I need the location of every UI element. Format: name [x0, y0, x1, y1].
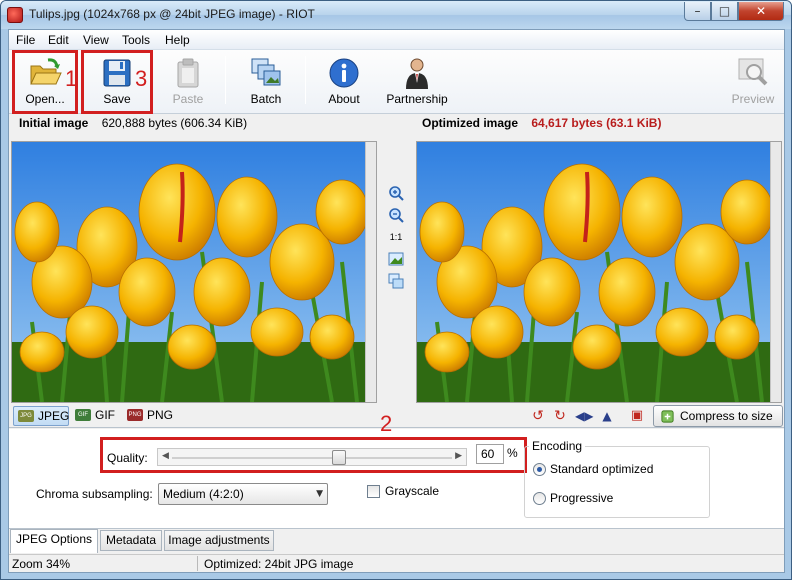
menu-edit[interactable]: Edit — [48, 33, 69, 47]
maximize-button[interactable]: □ — [711, 2, 738, 21]
format-gif-label: GIF — [95, 408, 115, 422]
about-button[interactable]: About — [317, 52, 371, 110]
initial-image-bytes: 620,888 bytes (606.34 KiB) — [101, 116, 248, 130]
menu-file[interactable]: File — [16, 33, 35, 47]
minimize-button[interactable]: – — [684, 2, 711, 21]
preview-label: Preview — [731, 92, 775, 106]
preview-button[interactable]: Preview — [725, 52, 781, 110]
format-tab-jpeg[interactable]: JPG JPEG — [13, 406, 69, 426]
toolbar-separator — [225, 56, 226, 104]
annotation-number-save: 3 — [135, 66, 148, 91]
app-icon — [7, 7, 23, 23]
batch-label: Batch — [250, 92, 282, 106]
clipboard-icon — [177, 58, 199, 88]
tab-image-adjustments[interactable]: Image adjustments — [164, 530, 274, 551]
window-title: Tulips.jpg (1024x768 px @ 24bit JPEG ima… — [29, 7, 315, 21]
person-icon — [406, 58, 428, 89]
encoding-group — [524, 446, 710, 518]
toolbar-separator — [305, 56, 306, 104]
chroma-select[interactable]: Medium (4:2:0) ▼ — [158, 483, 328, 505]
status-zoom: Zoom 34% — [12, 557, 71, 571]
flip-vertical-icon[interactable]: ▲ — [599, 408, 615, 424]
riot-window: Tulips.jpg (1024x768 px @ 24bit JPEG ima… — [0, 0, 792, 580]
zoom-in-icon[interactable] — [388, 185, 404, 201]
optimized-pane-scrollbar[interactable] — [770, 142, 781, 402]
optimized-image — [417, 142, 771, 402]
grayscale-checkbox[interactable] — [367, 485, 380, 498]
menu-bar: File Edit View Tools Help — [9, 30, 784, 50]
batch-images-icon — [251, 58, 281, 86]
optimized-image-label: Optimized image — [422, 116, 519, 130]
about-label: About — [328, 92, 360, 106]
optimized-image-info: Optimized image 64,617 bytes (63.1 KiB) — [422, 116, 661, 140]
menu-view[interactable]: View — [83, 33, 109, 47]
initial-image-pane[interactable] — [11, 141, 377, 403]
jpeg-options-panel: Quality: ◀ ▶ 60 % 2 Chroma subsampling: … — [9, 411, 784, 529]
optimized-image-pane[interactable] — [416, 141, 782, 403]
encoding-standard-label: Standard optimized — [550, 462, 654, 476]
crop-icon[interactable]: ▣ — [629, 408, 645, 424]
format-bar: JPG JPEG GIF GIF PNG PNG ↺ ↻ ◀▶ ▲ ▣ Comp… — [9, 404, 784, 428]
compress-to-size-button[interactable]: Compress to size — [653, 405, 783, 427]
status-divider — [197, 556, 198, 571]
jpeg-format-icon: JPG — [18, 410, 34, 422]
fit-image-icon[interactable] — [388, 251, 404, 267]
info-icon — [329, 58, 359, 88]
annotation-number-quality: 2 — [380, 411, 393, 436]
initial-pane-scrollbar[interactable] — [365, 142, 376, 402]
menu-tools[interactable]: Tools — [122, 33, 150, 47]
actual-size-button[interactable]: 1:1 — [388, 229, 404, 245]
compress-label: Compress to size — [680, 409, 773, 423]
annotation-number-open: 1 — [65, 66, 78, 91]
rotate-left-icon[interactable]: ↺ — [530, 408, 546, 424]
format-jpeg-label: JPEG — [38, 409, 70, 423]
encoding-progressive-radio[interactable] — [533, 492, 546, 505]
options-tabs: JPEG Options Metadata Image adjustments — [9, 529, 784, 553]
compare-icon[interactable] — [388, 273, 404, 289]
gif-format-icon: GIF — [75, 409, 91, 421]
format-png-label: PNG — [147, 408, 174, 422]
chevron-down-icon: ▼ — [316, 489, 323, 499]
title-bar[interactable]: Tulips.jpg (1024x768 px @ 24bit JPEG ima… — [1, 1, 791, 29]
format-tab-png[interactable]: PNG PNG — [123, 406, 177, 426]
chroma-value: Medium (4:2:0) — [163, 487, 244, 501]
encoding-title: Encoding — [529, 439, 586, 453]
rotate-right-icon[interactable]: ↻ — [552, 408, 568, 424]
zoom-out-icon[interactable] — [388, 207, 404, 223]
status-bar: Zoom 34% Optimized: 24bit JPG image — [9, 554, 784, 572]
initial-image — [12, 142, 366, 402]
partnership-label: Partnership — [386, 92, 448, 106]
paste-label: Paste — [172, 92, 204, 106]
batch-button[interactable]: Batch — [235, 52, 297, 110]
png-format-icon: PNG — [127, 409, 143, 421]
initial-image-label: Initial image — [19, 116, 89, 130]
grayscale-label: Grayscale — [385, 484, 440, 498]
format-tab-gif[interactable]: GIF GIF — [71, 406, 119, 426]
initial-image-info: Initial image 620,888 bytes (606.34 KiB) — [19, 116, 247, 140]
status-info: Optimized: 24bit JPG image — [204, 557, 354, 571]
toolbar: Open... Save Paste Batch About Partnersh… — [9, 50, 784, 114]
annotation-box-quality — [100, 437, 527, 473]
magnifier-icon — [738, 58, 768, 86]
partnership-button[interactable]: Partnership — [379, 52, 455, 110]
flip-horizontal-icon[interactable]: ◀▶ — [575, 408, 593, 424]
menu-help[interactable]: Help — [165, 33, 190, 47]
tab-metadata[interactable]: Metadata — [100, 530, 162, 551]
paste-button[interactable]: Paste — [159, 52, 217, 110]
tab-jpeg-options[interactable]: JPEG Options — [10, 529, 98, 553]
client-area: File Edit View Tools Help Open... Save P… — [8, 29, 785, 573]
optimized-image-bytes: 64,617 bytes (63.1 KiB) — [531, 116, 662, 130]
chroma-label: Chroma subsampling: — [36, 487, 153, 501]
encoding-progressive-label: Progressive — [550, 491, 614, 505]
encoding-standard-radio[interactable] — [533, 463, 546, 476]
compress-icon — [661, 410, 674, 423]
close-button[interactable]: ✕ — [738, 2, 784, 21]
